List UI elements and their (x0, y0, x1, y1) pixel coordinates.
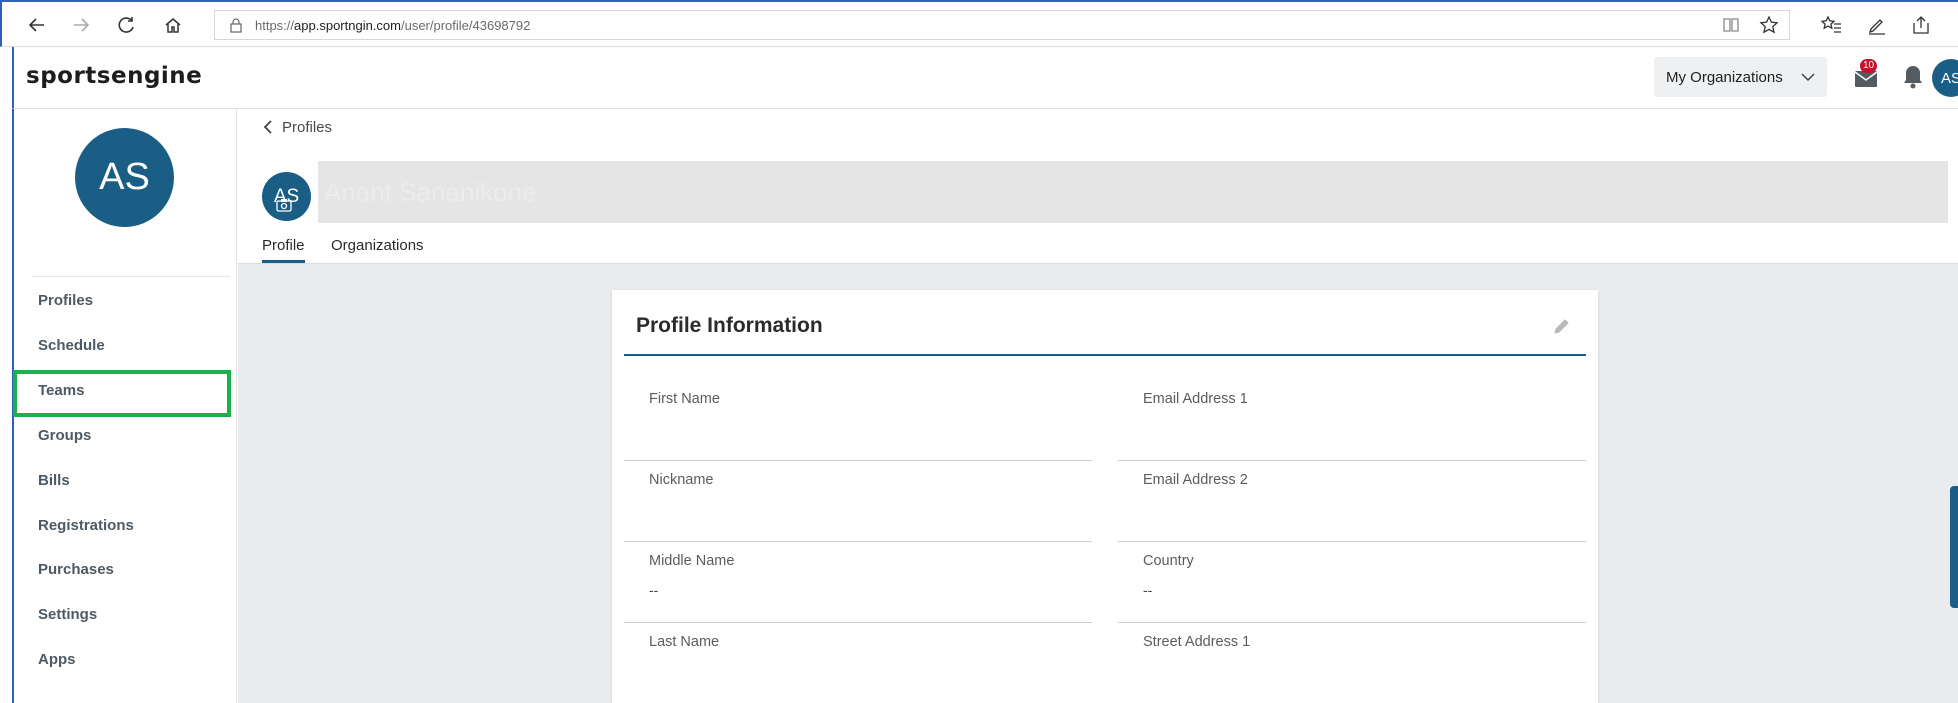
field-label: Email Address 2 (1143, 472, 1248, 488)
back-arrow-icon[interactable] (22, 10, 52, 40)
field-label: First Name (649, 391, 720, 407)
card-title: Profile Information (636, 314, 823, 337)
field-street-address-1: Street Address 1 (1118, 623, 1586, 703)
chevron-left-icon (263, 120, 272, 134)
user-avatar[interactable]: AS (1932, 59, 1958, 97)
url-path: /user/profile/43698792 (400, 17, 531, 33)
reading-view-icon[interactable] (1721, 15, 1741, 35)
sidebar-item-bills[interactable]: Bills (38, 463, 236, 497)
url-host: app.sportngin.com (294, 17, 401, 33)
share-icon[interactable] (1906, 10, 1936, 40)
favorite-star-icon[interactable] (1759, 15, 1779, 35)
tab-organizations[interactable]: Organizations (331, 237, 424, 263)
profile-name: Anant Sananikone (318, 161, 1948, 223)
back-to-profiles-link[interactable]: Profiles (262, 117, 332, 137)
home-icon[interactable] (158, 10, 188, 40)
sidebar-item-profiles[interactable]: Profiles (38, 283, 236, 317)
refresh-icon[interactable] (112, 10, 142, 40)
field-first-name: First Name (624, 380, 1092, 461)
app-header: sportsengine My Organizations 10 AS (12, 47, 1958, 109)
url-prefix: https:// (255, 17, 295, 33)
sidebar-avatar: AS (75, 128, 174, 227)
forward-arrow-icon[interactable] (66, 10, 96, 40)
tab-profile[interactable]: Profile (262, 237, 305, 263)
field-label: Street Address 1 (1143, 634, 1251, 650)
field-country: Country -- (1118, 542, 1586, 623)
lock-icon (230, 18, 242, 33)
sidebar-item-groups[interactable]: Groups (38, 418, 236, 452)
profile-avatar[interactable]: AS (262, 172, 311, 221)
address-bar[interactable]: https://app.sportngin.com/user/profile/4… (214, 10, 1790, 40)
back-link-label: Profiles (282, 118, 333, 136)
feedback-side-tab[interactable] (1950, 486, 1958, 608)
card-title-underline (624, 354, 1586, 356)
pen-notes-icon[interactable] (1862, 10, 1892, 40)
mail-badge: 10 (1860, 59, 1878, 73)
field-label: Email Address 1 (1143, 391, 1248, 407)
teams-highlight-box (13, 370, 231, 417)
field-value: -- (1143, 582, 1153, 598)
field-middle-name: Middle Name -- (624, 542, 1092, 623)
my-organizations-label: My Organizations (1666, 68, 1783, 86)
field-last-name: Last Name (624, 623, 1092, 703)
field-label: Nickname (649, 472, 714, 488)
field-nickname: Nickname (624, 461, 1092, 542)
edit-pencil-icon[interactable] (1552, 316, 1572, 336)
sidebar-divider (32, 276, 230, 277)
sidebar-item-apps[interactable]: Apps (38, 642, 236, 676)
profile-information-card: Profile Information First Name Email Add… (612, 290, 1598, 703)
chevron-down-icon (1801, 73, 1815, 82)
my-organizations-dropdown[interactable]: My Organizations (1654, 57, 1827, 97)
field-value: -- (649, 582, 659, 598)
field-email-address-2: Email Address 2 (1118, 461, 1586, 542)
sidebar-item-schedule[interactable]: Schedule (38, 328, 236, 362)
camera-icon[interactable] (276, 198, 292, 212)
field-label: Last Name (649, 634, 720, 650)
field-label: Middle Name (649, 553, 735, 569)
profile-header: Profiles AS Anant Sananikone Profile Org… (238, 109, 1958, 264)
field-label: Country (1143, 553, 1194, 569)
field-email-address-1: Email Address 1 (1118, 380, 1586, 461)
sportsengine-logo[interactable]: sportsengine (26, 63, 202, 89)
sidebar-item-settings[interactable]: Settings (38, 597, 236, 631)
browser-toolbar: https://app.sportngin.com/user/profile/4… (0, 0, 1958, 47)
sidebar-item-purchases[interactable]: Purchases (38, 552, 236, 586)
bell-icon[interactable] (1900, 63, 1926, 91)
sidebar-item-registrations[interactable]: Registrations (38, 508, 236, 542)
favorites-list-icon[interactable] (1816, 10, 1846, 40)
